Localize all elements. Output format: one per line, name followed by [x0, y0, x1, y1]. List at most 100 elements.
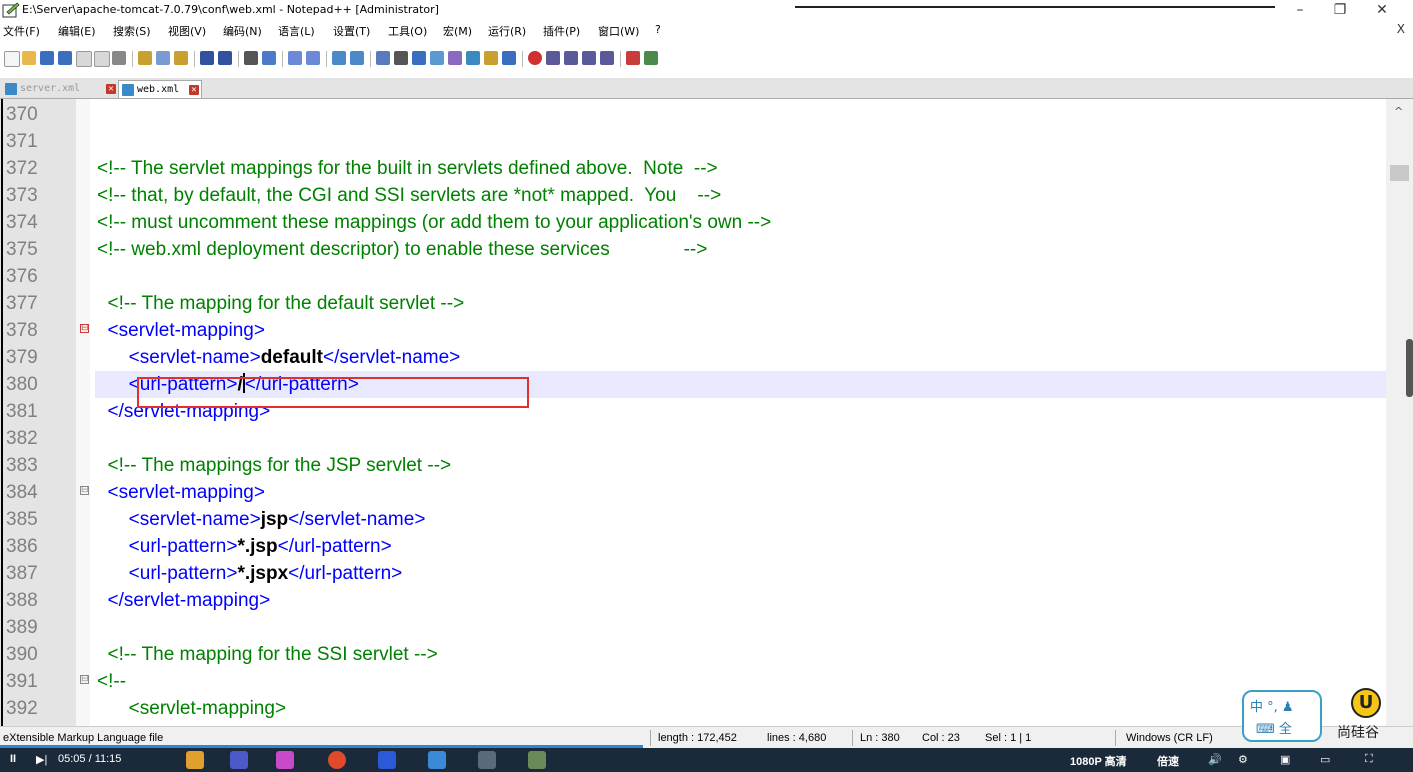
save-macro-icon[interactable] [600, 51, 614, 65]
redo-icon[interactable] [218, 51, 232, 65]
fold-toggle-icon[interactable]: ⊟ [80, 486, 89, 495]
code-line[interactable]: 378 ⊟ <servlet-mapping> [0, 317, 1386, 344]
app-icon[interactable] [276, 751, 294, 769]
app-icon[interactable] [478, 751, 496, 769]
speed-button[interactable]: 倍速 [1157, 753, 1179, 769]
code-line[interactable]: 372 <!-- The servlet mappings for the bui… [0, 155, 1386, 182]
code-text[interactable]: <servlet-mapping> [97, 695, 286, 722]
zoom-in-icon[interactable] [288, 51, 302, 65]
code-line[interactable]: 382 [0, 425, 1386, 452]
next-icon[interactable]: ▶| [36, 753, 47, 766]
fold-toggle-icon[interactable]: ⊟ [80, 675, 89, 684]
app-icon[interactable] [186, 751, 204, 769]
stop-macro-icon[interactable] [546, 51, 560, 65]
settings-icon[interactable]: ⚙ [1238, 753, 1248, 766]
app-icon[interactable] [230, 751, 248, 769]
fold-toggle-icon[interactable]: ⊟ [80, 324, 89, 333]
menu-search[interactable]: 搜索(S) [113, 23, 151, 39]
folder-workspace-icon[interactable] [484, 51, 498, 65]
spellcheck-icon[interactable] [626, 51, 640, 65]
show-all-chars-icon[interactable] [394, 51, 408, 65]
indent-guide-icon[interactable] [412, 51, 426, 65]
minimize-button[interactable]: – [1280, 0, 1320, 20]
menu-run[interactable]: 运行(R) [488, 23, 526, 39]
paste-icon[interactable] [174, 51, 188, 65]
tab-close-icon[interactable]: ✕ [106, 84, 116, 94]
plugin-icon[interactable] [644, 51, 658, 65]
app-icon[interactable] [428, 751, 446, 769]
code-text[interactable]: <!-- The servlet mappings for the built … [97, 155, 718, 182]
save-all-icon[interactable] [58, 51, 72, 65]
function-list-icon[interactable] [466, 51, 480, 65]
close-button[interactable]: ✕ [1362, 0, 1402, 20]
close-file-icon[interactable] [76, 51, 92, 67]
print-icon[interactable] [112, 51, 126, 65]
code-text[interactable]: </servlet-mapping> [97, 587, 271, 614]
menu-tools[interactable]: 工具(O) [388, 23, 427, 39]
code-line[interactable]: 384 ⊟ <servlet-mapping> [0, 479, 1386, 506]
code-line[interactable]: 370 [0, 101, 1386, 128]
menu-help[interactable]: ? [655, 23, 661, 36]
code-text[interactable]: <url-pattern>*.jsp</url-pattern> [97, 533, 392, 560]
run-macro-multiple-icon[interactable] [582, 51, 596, 65]
word-wrap-icon[interactable] [376, 51, 390, 65]
fullscreen-icon[interactable]: ⛶ [1365, 753, 1373, 766]
code-text[interactable]: <servlet-mapping> [97, 479, 265, 506]
code-line[interactable]: 390 <!-- The mapping for the SSI servlet… [0, 641, 1386, 668]
save-icon[interactable] [40, 51, 54, 65]
menu-language[interactable]: 语言(L) [278, 23, 315, 39]
code-line[interactable]: 373 <!-- that, by default, the CGI and SS… [0, 182, 1386, 209]
menu-macro[interactable]: 宏(M) [443, 23, 472, 39]
restore-button[interactable]: ❐ [1320, 0, 1360, 20]
code-line[interactable]: 391 ⊟ <!-- [0, 668, 1386, 695]
code-text[interactable]: <servlet-name>jsp</servlet-name> [97, 506, 426, 533]
code-line[interactable]: 388 </servlet-mapping> [0, 587, 1386, 614]
play-macro-icon[interactable] [564, 51, 578, 65]
pip-icon[interactable]: ▭ [1320, 753, 1330, 766]
copy-icon[interactable] [156, 51, 170, 65]
zoom-out-icon[interactable] [306, 51, 320, 65]
doc-map-icon[interactable] [448, 51, 462, 65]
menu-settings[interactable]: 设置(T) [333, 23, 370, 39]
undo-icon[interactable] [200, 51, 214, 65]
code-line[interactable]: 385 <servlet-name>jsp</servlet-name> [0, 506, 1386, 533]
danmaku-icon[interactable]: ▣ [1280, 753, 1290, 766]
menu-window[interactable]: 窗口(W) [598, 23, 639, 39]
vertical-scrollbar[interactable]: ^ [1386, 99, 1413, 726]
menu-plugins[interactable]: 插件(P) [543, 23, 580, 39]
monitor-icon[interactable] [502, 51, 516, 65]
code-text[interactable]: <!-- [97, 668, 126, 695]
sync-horizontal-icon[interactable] [350, 51, 364, 65]
udl-icon[interactable] [430, 51, 444, 65]
code-line[interactable]: 374 <!-- must uncomment these mappings (o… [0, 209, 1386, 236]
code-line[interactable]: 377 <!-- The mapping for the default ser… [0, 290, 1386, 317]
sync-vertical-icon[interactable] [332, 51, 346, 65]
code-text[interactable]: <!-- web.xml deployment descriptor) to e… [97, 236, 707, 263]
code-text[interactable]: <servlet-mapping> [97, 317, 265, 344]
menu-file[interactable]: 文件(F) [3, 23, 40, 39]
code-line[interactable]: 386 <url-pattern>*.jsp</url-pattern> [0, 533, 1386, 560]
scrollbar-thumb[interactable] [1390, 165, 1409, 181]
code-text[interactable]: <url-pattern>*.jspx</url-pattern> [97, 560, 403, 587]
code-text[interactable]: <!-- The mappings for the JSP servlet --… [97, 452, 452, 479]
menu-close-doc[interactable]: X [1397, 22, 1405, 36]
code-text[interactable]: <servlet-name>default</servlet-name> [97, 344, 461, 371]
code-text[interactable]: <!-- that, by default, the CGI and SSI s… [97, 182, 721, 209]
close-all-icon[interactable] [94, 51, 110, 67]
record-macro-icon[interactable] [528, 51, 542, 65]
menu-edit[interactable]: 编辑(E) [58, 23, 96, 39]
menu-view[interactable]: 视图(V) [168, 23, 206, 39]
volume-icon[interactable]: 🔊 [1208, 753, 1222, 766]
code-text[interactable]: <!-- The mapping for the default servlet… [97, 290, 465, 317]
code-line[interactable]: 379 <servlet-name>default</servlet-name> [0, 344, 1386, 371]
new-file-icon[interactable] [4, 51, 20, 67]
menu-encoding[interactable]: 编码(N) [223, 23, 262, 39]
editor[interactable]: 370 371 372 <!-- The servlet mappings for t… [0, 99, 1413, 726]
code-line[interactable]: 375 <!-- web.xml deployment descriptor) t… [0, 236, 1386, 263]
find-icon[interactable] [244, 51, 258, 65]
quality-button[interactable]: 1080P 高清 [1070, 753, 1127, 769]
cut-icon[interactable] [138, 51, 152, 65]
tab-web-xml[interactable]: web.xml ✕ [118, 80, 202, 98]
open-file-icon[interactable] [22, 51, 36, 65]
ime-panel[interactable]: 中 °, ♟ ⌨ 全 [1242, 690, 1322, 742]
